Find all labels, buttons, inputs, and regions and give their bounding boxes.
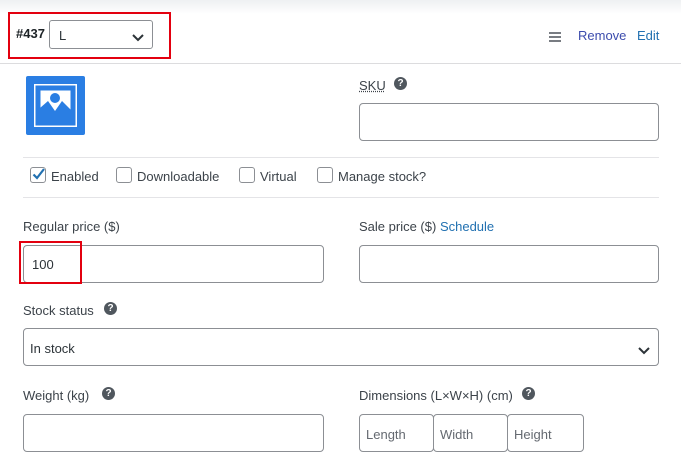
weight-input[interactable] bbox=[23, 414, 324, 452]
stock-status-label: Stock status bbox=[23, 303, 94, 318]
schedule-link[interactable]: Schedule bbox=[440, 219, 494, 234]
sku-input[interactable] bbox=[359, 103, 659, 141]
manage-stock-checkbox[interactable] bbox=[317, 167, 333, 183]
regular-price-value: 100 bbox=[32, 257, 54, 272]
attribute-select[interactable]: L bbox=[49, 20, 153, 49]
virtual-checkbox[interactable] bbox=[239, 167, 255, 183]
chevron-down-icon bbox=[638, 343, 650, 358]
height-placeholder: Height bbox=[514, 427, 552, 442]
width-input[interactable]: Width bbox=[433, 414, 508, 452]
sale-price-label-text: Sale price ($) bbox=[359, 219, 437, 234]
stock-status-select[interactable]: In stock bbox=[23, 328, 659, 366]
divider bbox=[23, 197, 659, 198]
manage-stock-label: Manage stock? bbox=[338, 169, 427, 184]
chevron-down-icon bbox=[132, 30, 144, 45]
remove-link[interactable]: Remove bbox=[578, 28, 626, 43]
variation-image-button[interactable] bbox=[26, 76, 85, 135]
downloadable-label: Downloadable bbox=[137, 169, 220, 184]
attribute-select-value: L bbox=[59, 28, 67, 43]
enabled-checkbox[interactable] bbox=[30, 167, 46, 183]
variation-id: #437 bbox=[16, 26, 45, 41]
help-icon[interactable]: ? bbox=[102, 387, 115, 400]
variation-header: #437 L Remove Edit bbox=[0, 0, 681, 64]
width-placeholder: Width bbox=[440, 427, 474, 442]
image-placeholder-icon bbox=[34, 84, 77, 127]
length-placeholder: Length bbox=[366, 427, 406, 442]
sale-price-input[interactable] bbox=[359, 245, 659, 283]
help-icon[interactable]: ? bbox=[394, 77, 407, 90]
virtual-label: Virtual bbox=[260, 169, 297, 184]
stock-status-value: In stock bbox=[30, 341, 75, 356]
sku-label: SKU bbox=[359, 78, 386, 93]
help-icon[interactable]: ? bbox=[104, 302, 117, 315]
height-input[interactable]: Height bbox=[507, 414, 584, 452]
sale-price-label: Sale price ($) Schedule bbox=[359, 219, 494, 234]
enabled-label: Enabled bbox=[51, 169, 99, 184]
weight-label: Weight (kg) bbox=[23, 388, 90, 403]
help-icon[interactable]: ? bbox=[522, 387, 535, 400]
drag-handle-icon[interactable] bbox=[549, 32, 561, 42]
edit-link[interactable]: Edit bbox=[637, 28, 659, 43]
regular-price-label: Regular price ($) bbox=[23, 219, 120, 234]
regular-price-input[interactable]: 100 bbox=[23, 245, 324, 283]
divider bbox=[23, 157, 659, 158]
downloadable-checkbox[interactable] bbox=[116, 167, 132, 183]
dimensions-label: Dimensions (L×W×H) (cm) bbox=[359, 388, 513, 403]
length-input[interactable]: Length bbox=[359, 414, 434, 452]
